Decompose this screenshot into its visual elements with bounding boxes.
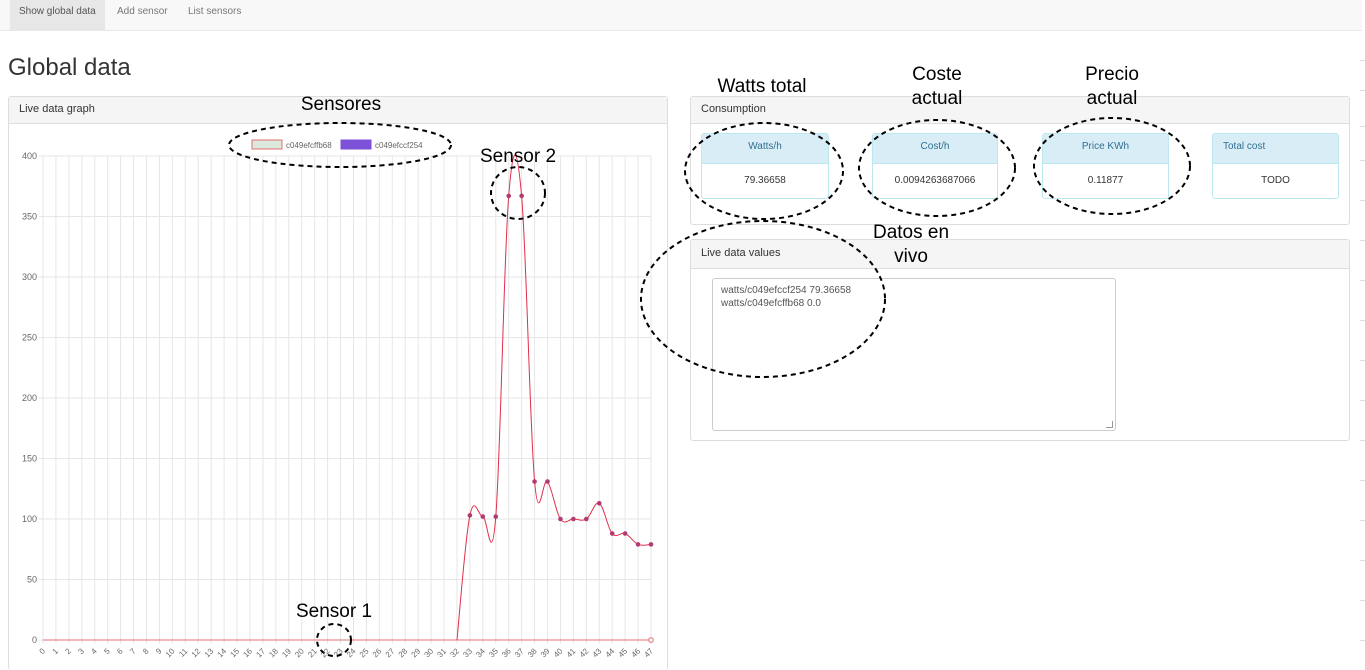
cost-card-value: 0.0094263687066 xyxy=(894,175,976,186)
annotation-sensor1: Sensor 1 xyxy=(295,601,373,622)
live-value-line: watts/c049efcffb68 0.0 xyxy=(721,298,821,309)
annotation-precio-line1: Precio xyxy=(1085,64,1139,85)
price-card-value: 0.11877 xyxy=(1087,175,1124,186)
annotation-sensor2: Sensor 2 xyxy=(479,146,557,167)
tab-show-global-data[interactable]: Show global data xyxy=(10,0,105,30)
annotation-coste-line2: actual xyxy=(911,88,963,109)
page-edge-ticks xyxy=(1360,40,1365,660)
total-cost-card-value: TODO xyxy=(1261,175,1290,186)
live-data-graph-panel: Live data graph xyxy=(8,96,668,670)
annotation-coste-actual: Coste actual xyxy=(882,63,992,111)
page-title: Global data xyxy=(8,54,131,81)
cost-card-label: Cost/h xyxy=(873,134,997,164)
total-cost-card: Total cost TODO xyxy=(1212,133,1339,199)
watts-card-value: 79.36658 xyxy=(744,175,786,186)
annotation-datos-line2: vivo xyxy=(894,246,928,267)
watts-card: Watts/h 79.36658 xyxy=(701,133,829,199)
annotation-watts-total: Watts total xyxy=(717,76,807,97)
annotation-datos-en-vivo: Datos en vivo xyxy=(856,221,966,269)
annotation-sensores: Sensores xyxy=(300,94,382,115)
price-card-label: Price KWh xyxy=(1043,134,1168,164)
annotation-precio-line2: actual xyxy=(1086,88,1138,109)
annotation-coste-line1: Coste xyxy=(912,64,962,85)
live-value-line: watts/c049efccf254 79.36658 xyxy=(721,285,852,296)
annotation-datos-line1: Datos en xyxy=(872,222,950,243)
resize-handle-icon[interactable] xyxy=(1106,421,1113,428)
tab-add-sensor[interactable]: Add sensor xyxy=(108,0,177,30)
annotation-precio-actual: Precio actual xyxy=(1057,63,1167,111)
top-navbar: Show global data Add sensor List sensors xyxy=(0,0,1362,31)
watts-card-label: Watts/h xyxy=(702,134,828,164)
cost-card: Cost/h 0.0094263687066 xyxy=(872,133,998,199)
tab-list-sensors[interactable]: List sensors xyxy=(179,0,250,30)
price-card: Price KWh 0.11877 xyxy=(1042,133,1169,199)
consumption-panel-title: Consumption xyxy=(691,97,1349,124)
total-cost-card-label: Total cost xyxy=(1213,134,1338,164)
live-values-panel-title: Live data values xyxy=(691,240,1349,269)
live-values-textarea[interactable]: watts/c049efccf254 79.36658 watts/c049ef… xyxy=(712,278,1116,431)
